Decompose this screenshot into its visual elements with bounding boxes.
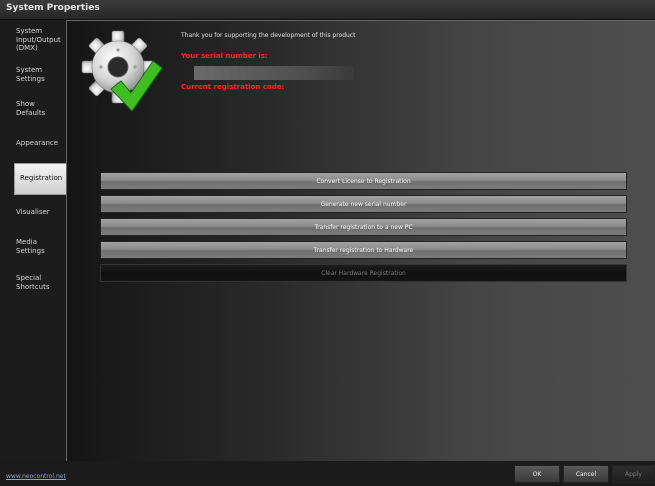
sidebar-item-label: Show Defaults <box>16 100 46 117</box>
website-link[interactable]: www.neocontrol.net <box>6 473 66 480</box>
gear-check-icon <box>81 30 163 112</box>
footer: www.neocontrol.net OK Cancel Apply <box>0 461 655 486</box>
sidebar-item-label: Special Shortcuts <box>16 274 50 291</box>
sidebar-item-system-io-dmx[interactable]: System Input/Output (DMX) <box>16 27 66 53</box>
sidebar-item-show-defaults[interactable]: Show Defaults <box>16 100 66 117</box>
sidebar-item-label: Visualiser <box>16 208 50 216</box>
sidebar-item-label: Media Settings <box>16 238 45 255</box>
sidebar-item-label: Registration <box>20 174 63 182</box>
sidebar-item-label: Appearance <box>16 139 59 147</box>
cancel-button[interactable]: Cancel <box>563 465 609 483</box>
sidebar-item-visualiser[interactable]: Visualiser <box>16 208 66 217</box>
transfer-to-hardware-button[interactable]: Transfer registration to Hardware <box>100 241 627 259</box>
sidebar-item-label: System Settings <box>16 66 45 83</box>
sidebar-item-appearance[interactable]: Appearance <box>16 139 66 148</box>
sidebar-item-media-settings[interactable]: Media Settings <box>16 238 66 255</box>
sidebar-item-registration[interactable]: Registration <box>14 163 66 195</box>
apply-button: Apply <box>612 465 655 483</box>
title-bar: System Properties <box>0 0 655 20</box>
convert-license-button[interactable]: Convert License to Registration <box>100 172 627 190</box>
sidebar-item-label: System Input/Output (DMX) <box>16 27 61 52</box>
sidebar: System Input/Output (DMX) System Setting… <box>0 20 66 461</box>
serial-number-label: Your serial number is: <box>181 52 268 60</box>
window-title: System Properties <box>6 3 100 13</box>
transfer-to-pc-button[interactable]: Transfer registration to a new PC <box>100 218 627 236</box>
clear-hardware-registration-button: Clear Hardware Registration <box>100 264 627 282</box>
sidebar-item-special-shortcuts[interactable]: Special Shortcuts <box>16 274 66 291</box>
registration-code-label: Current registration code: <box>181 83 285 91</box>
ok-button[interactable]: OK <box>514 465 560 483</box>
registration-panel: Thank you for supporting the development… <box>66 20 655 461</box>
generate-serial-button[interactable]: Generate new serial number <box>100 195 627 213</box>
sidebar-item-system-settings[interactable]: System Settings <box>16 66 66 83</box>
thanks-text: Thank you for supporting the development… <box>181 32 356 39</box>
serial-number-value <box>194 66 354 80</box>
